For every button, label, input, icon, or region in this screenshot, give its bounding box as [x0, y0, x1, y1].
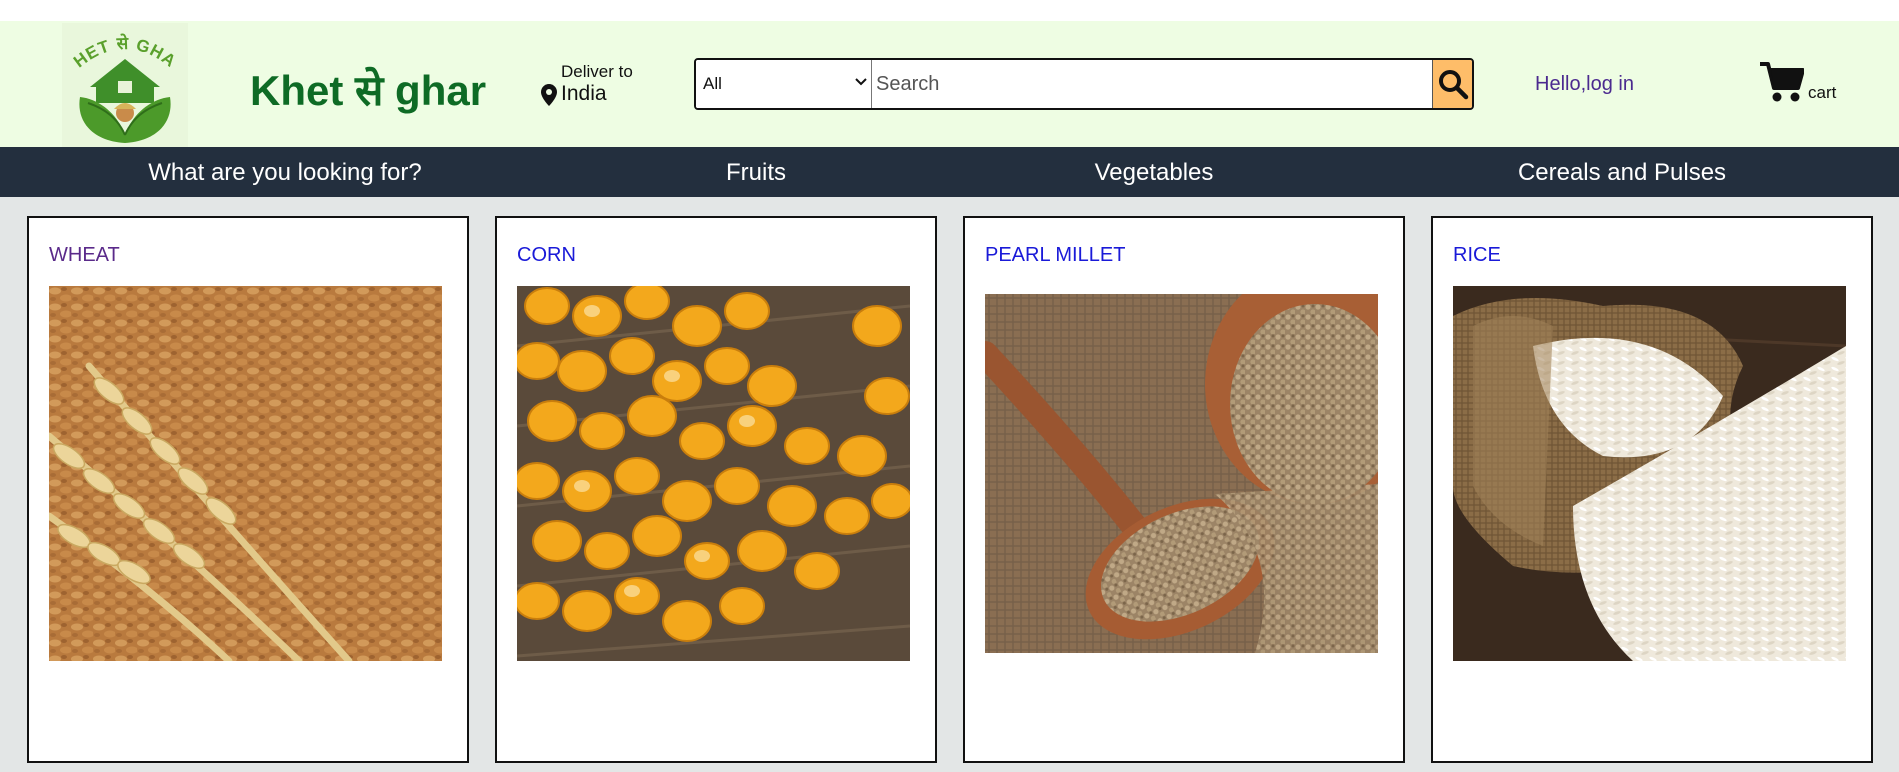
nav-item-looking-for[interactable]: What are you looking for? [148, 159, 421, 187]
category-nav: What are you looking for? Fruits Vegetab… [0, 147, 1899, 197]
product-card-corn[interactable]: CORN [495, 216, 937, 763]
category-selected: All [703, 74, 722, 93]
cart-label: cart [1808, 83, 1837, 102]
rice-image [1453, 286, 1846, 661]
chevron-down-icon [855, 78, 867, 86]
product-title[interactable]: CORN [517, 244, 576, 267]
nav-item-cereals-pulses[interactable]: Cereals and Pulses [1518, 159, 1726, 187]
search-icon [1438, 70, 1468, 100]
nav-item-vegetables[interactable]: Vegetables [1095, 159, 1214, 187]
product-title[interactable]: PEARL MILLET [985, 244, 1125, 267]
product-card-pearl-millet[interactable]: PEARL MILLET [963, 216, 1405, 763]
brand-logo[interactable]: KHET से GHAR [55, 8, 188, 149]
product-image-corn[interactable] [517, 286, 910, 661]
product-card-rice[interactable]: RICE [1431, 216, 1873, 763]
product-title[interactable]: WHEAT [49, 244, 120, 267]
search-button[interactable] [1432, 60, 1472, 108]
deliver-label: Deliver to [561, 62, 633, 81]
location-pin-icon [541, 84, 557, 106]
product-image-rice[interactable] [1453, 286, 1846, 661]
logo-graphic: KHET से GHAR [55, 8, 179, 143]
product-card-wheat[interactable]: WHEAT [27, 216, 469, 763]
product-image-pearl-millet[interactable] [985, 294, 1378, 653]
pearl-millet-image [985, 294, 1378, 653]
cart-icon [1760, 62, 1804, 102]
search-input[interactable] [872, 60, 1432, 108]
brand-name[interactable]: Khet से ghar [250, 61, 486, 118]
product-title[interactable]: RICE [1453, 244, 1501, 267]
login-link[interactable]: Hello,log in [1535, 73, 1634, 96]
corn-image [517, 286, 910, 661]
nav-item-fruits[interactable]: Fruits [726, 159, 786, 187]
top-strip [0, 0, 1899, 21]
category-select[interactable]: All [696, 60, 872, 108]
site-header: KHET से GHAR Khet से ghar Deliver to Ind… [0, 8, 1899, 149]
search-bar: All [694, 58, 1474, 110]
deliver-location: India [561, 82, 607, 105]
product-image-wheat[interactable] [49, 286, 442, 661]
wheat-image [49, 286, 442, 661]
